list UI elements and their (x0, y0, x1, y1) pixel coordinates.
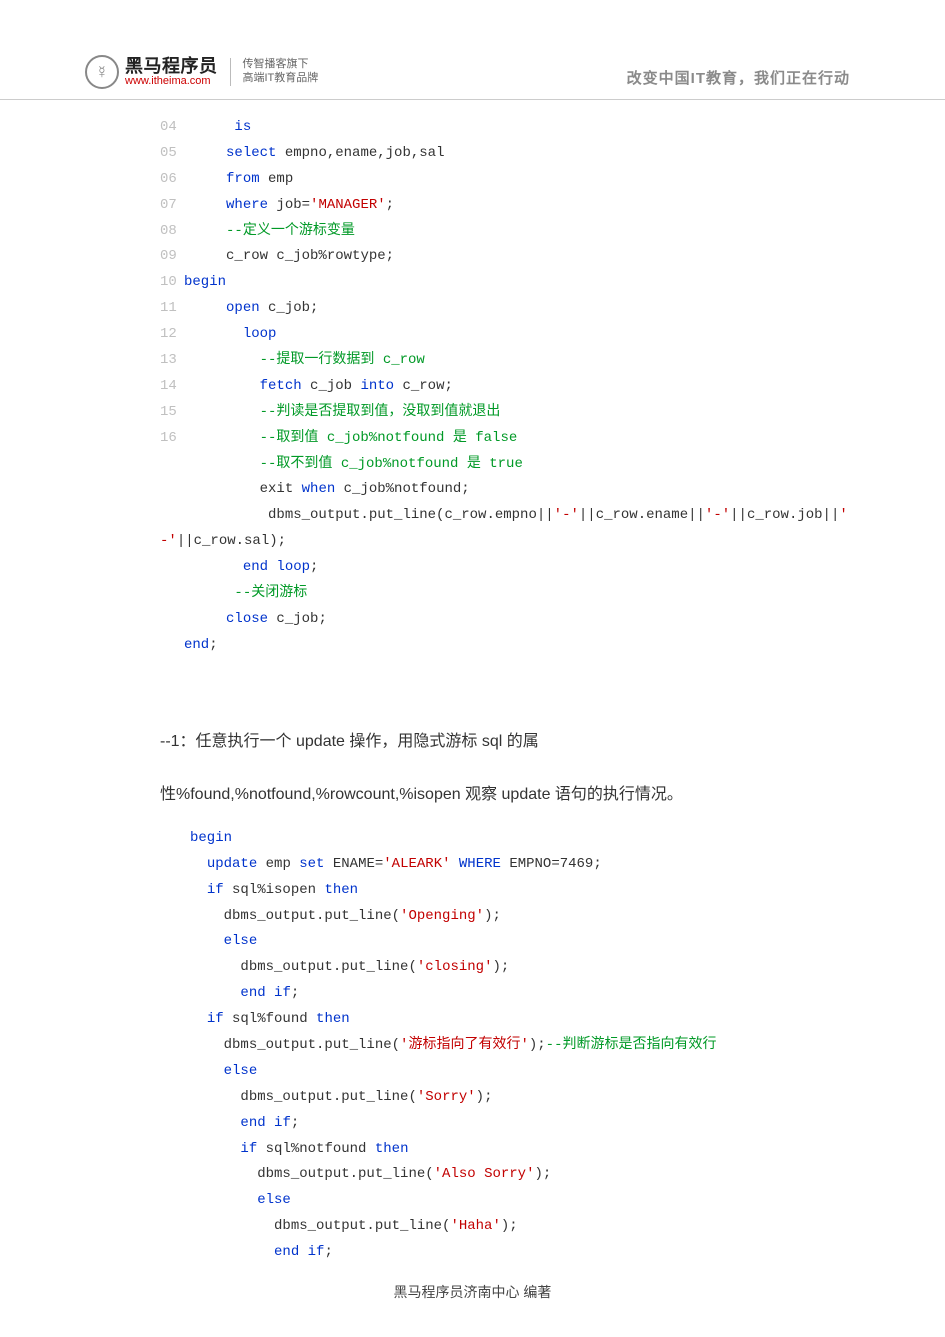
code-line: --关闭游标 (160, 581, 785, 607)
code-line: 13 --提取一行数据到 c_row (160, 348, 785, 374)
code-line: if sql%isopen then (190, 878, 785, 904)
code-line: dbms_output.put_line('游标指向了有效行');--判断游标是… (190, 1033, 785, 1059)
logo-text: 黑马程序员 www.itheima.com (125, 57, 218, 87)
code-line: dbms_output.put_line('closing'); (190, 955, 785, 981)
logo-sub-line-1: 传智播客旗下 (243, 58, 319, 72)
code-line: update emp set ENAME='ALEARK' WHERE EMPN… (190, 852, 785, 878)
horse-icon: ☿ (85, 55, 119, 89)
code-line: else (190, 1188, 785, 1214)
logo-sub-line-2: 高端IT教育品牌 (243, 72, 319, 86)
code-line: dbms_output.put_line('Haha'); (190, 1214, 785, 1240)
code-block-2: begin update emp set ENAME='ALEARK' WHER… (0, 826, 945, 1266)
code-line: 05 select empno,ename,job,sal (160, 141, 785, 167)
code-line: else (190, 929, 785, 955)
code-line: if sql%notfound then (190, 1137, 785, 1163)
code-line: else (190, 1059, 785, 1085)
code-line: 09 c_row c_job%rowtype; (160, 244, 785, 270)
code-line: 08 --定义一个游标变量 (160, 219, 785, 245)
code-line: close c_job; (160, 607, 785, 633)
code-line: dbms_output.put_line('Openging'); (190, 904, 785, 930)
code-line: if sql%found then (190, 1007, 785, 1033)
code-line: dbms_output.put_line(c_row.empno||'-'||c… (160, 503, 785, 529)
code-line: 11 open c_job; (160, 296, 785, 322)
code-line: end if; (190, 981, 785, 1007)
logo-subtitle: 传智播客旗下 高端IT教育品牌 (243, 58, 319, 86)
spacer (0, 754, 945, 782)
code-line: 06 from emp (160, 167, 785, 193)
code-line: 16 --取到值 c_job%notfound 是 false (160, 426, 785, 452)
code-line-wrap: -'||c_row.sal); (160, 529, 785, 555)
page-footer: 黑马程序员济南中心 编著 (0, 1282, 945, 1302)
divider (230, 58, 231, 86)
code-block-1: 04 is05 select empno,ename,job,sal06 fro… (0, 115, 945, 659)
spacer (0, 808, 945, 826)
page: ☿ 黑马程序员 www.itheima.com 传智播客旗下 高端IT教育品牌 … (0, 0, 945, 1337)
code-line: dbms_output.put_line('Also Sorry'); (190, 1162, 785, 1188)
code-line: 07 where job='MANAGER'; (160, 193, 785, 219)
logo-block: ☿ 黑马程序员 www.itheima.com 传智播客旗下 高端IT教育品牌 (85, 55, 318, 89)
code-line: end if; (190, 1111, 785, 1137)
page-header: ☿ 黑马程序员 www.itheima.com 传智播客旗下 高端IT教育品牌 … (0, 0, 945, 100)
paragraph-1: --1：任意执行一个 update 操作，用隐式游标 sql 的属 (0, 729, 945, 755)
code-line: end; (160, 633, 785, 659)
code-line: 15 --判读是否提取到值，没取到值就退出 (160, 400, 785, 426)
code-line: 14 fetch c_job into c_row; (160, 374, 785, 400)
code-line: 04 is (160, 115, 785, 141)
code-line: --取不到值 c_job%notfound 是 true (160, 452, 785, 478)
paragraph-2: 性%found,%notfound,%rowcount,%isopen 观察 u… (0, 782, 945, 808)
code-line: exit when c_job%notfound; (160, 477, 785, 503)
brand-url: www.itheima.com (125, 76, 218, 88)
spacer (0, 659, 945, 729)
code-line: dbms_output.put_line('Sorry'); (190, 1085, 785, 1111)
code-line: begin (190, 826, 785, 852)
brand-name: 黑马程序员 (125, 57, 218, 76)
code-line: end loop; (160, 555, 785, 581)
code-line: 10begin (160, 270, 785, 296)
code-line: end if; (190, 1240, 785, 1266)
code-line: 12 loop (160, 322, 785, 348)
header-slogan: 改变中国IT教育，我们正在行动 (627, 55, 850, 88)
logo-glyph: ☿ (95, 62, 109, 83)
